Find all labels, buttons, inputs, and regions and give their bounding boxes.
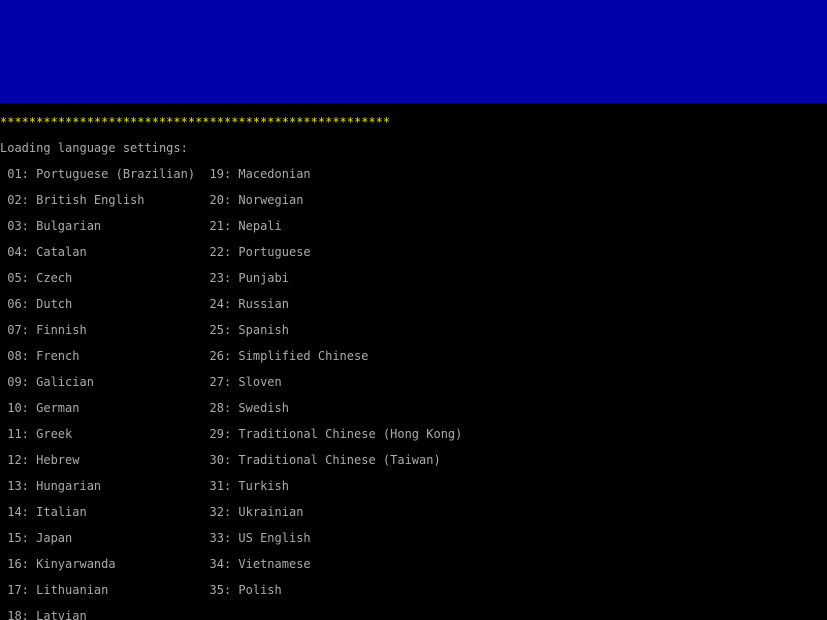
lang-row: 13: Hungarian 31: Turkish xyxy=(0,480,827,493)
lang-row: 17: Lithuanian 35: Polish xyxy=(0,584,827,597)
lang-row: 09: Galician 27: Sloven xyxy=(0,376,827,389)
lang-row: 12: Hebrew 30: Traditional Chinese (Taiw… xyxy=(0,454,827,467)
blue-band xyxy=(0,0,827,103)
lang-row: 14: Italian 32: Ukrainian xyxy=(0,506,827,519)
loading-header: Loading language settings: xyxy=(0,142,827,155)
lang-row: 07: Finnish 25: Spanish xyxy=(0,324,827,337)
lang-row: 10: German 28: Swedish xyxy=(0,402,827,415)
lang-row: 03: Bulgarian 21: Nepali xyxy=(0,220,827,233)
lang-row: 16: Kinyarwanda 34: Vietnamese xyxy=(0,558,827,571)
divider: ****************************************… xyxy=(0,116,827,129)
lang-row: 18: Latvian xyxy=(0,610,827,620)
lang-row: 04: Catalan 22: Portuguese xyxy=(0,246,827,259)
lang-row: 15: Japan 33: US English xyxy=(0,532,827,545)
lang-row: 06: Dutch 24: Russian xyxy=(0,298,827,311)
lang-row: 11: Greek 29: Traditional Chinese (Hong … xyxy=(0,428,827,441)
lang-row: 01: Portuguese (Brazilian) 19: Macedonia… xyxy=(0,168,827,181)
lang-row: 05: Czech 23: Punjabi xyxy=(0,272,827,285)
lang-row: 02: British English 20: Norwegian xyxy=(0,194,827,207)
terminal-output: ****************************************… xyxy=(0,103,827,620)
lang-row: 08: French 26: Simplified Chinese xyxy=(0,350,827,363)
